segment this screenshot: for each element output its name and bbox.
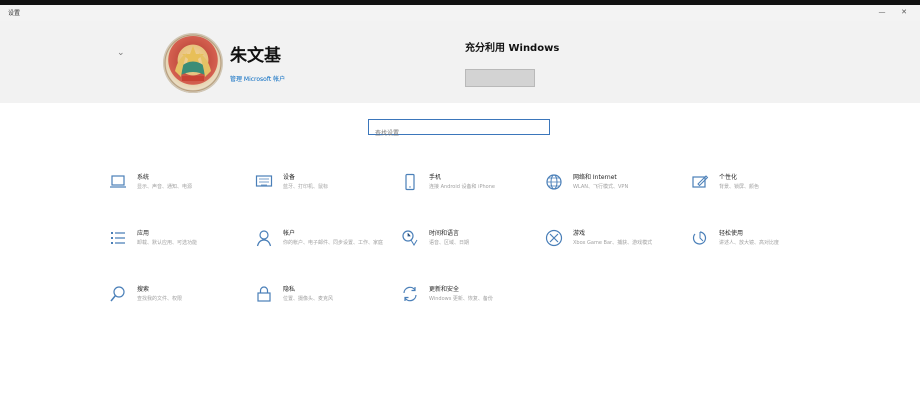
account-name: 朱文基	[230, 46, 281, 66]
tile-title: 帐户	[283, 230, 296, 237]
tile-ease-of-access[interactable]: 轻松使用 讲述人、放大镜、高对比度	[691, 229, 831, 263]
tile-accounts[interactable]: 帐户 你的帐户、电子邮件、同步设置、工作、家庭	[255, 229, 395, 263]
tile-title: 设备	[283, 174, 296, 181]
tile-system[interactable]: 系统 显示、声音、通知、电源	[109, 173, 249, 207]
tile-title: 更新和安全	[429, 286, 460, 293]
tile-description: 语音、区域、日期	[429, 240, 470, 246]
laptop-icon	[110, 175, 126, 188]
tile-description: 背景、锁屏、颜色	[719, 184, 760, 190]
close-button[interactable]: ✕	[898, 7, 910, 17]
search-icon	[110, 286, 125, 302]
tile-description: 查找我的文件、权限	[137, 296, 183, 302]
tile-description: WLAN、飞行模式、VPN	[573, 184, 629, 190]
apps-list-icon	[111, 232, 125, 244]
tile-description: 蓝牙、打印机、鼠标	[283, 184, 329, 190]
minimize-button[interactable]: —	[876, 7, 888, 17]
account-hero-banner	[0, 21, 920, 103]
tile-description: Xbox Game Bar、捕获、游戏模式	[573, 240, 653, 246]
tile-description: 连接 Android 设备和 iPhone	[429, 184, 495, 190]
tile-apps[interactable]: 应用 卸载、默认应用、可选功能	[109, 229, 249, 263]
manage-account-link[interactable]: 管理 Microsoft 帐户	[230, 74, 285, 83]
tile-description: 你的帐户、电子邮件、同步设置、工作、家庭	[283, 240, 384, 246]
tile-title: 隐私	[283, 286, 296, 293]
tile-description: Windows 更新、恢复、备份	[429, 296, 493, 302]
update-icon	[403, 286, 417, 302]
time-language-icon	[402, 230, 418, 246]
tile-description: 卸载、默认应用、可选功能	[137, 240, 198, 246]
tile-personalization[interactable]: 个性化 背景、锁屏、颜色	[691, 173, 831, 207]
tile-devices[interactable]: 设备 蓝牙、打印机、鼠标	[255, 173, 395, 207]
mouse-cursor-icon: ⌄	[117, 48, 125, 58]
accessibility-icon	[692, 231, 707, 245]
search-input[interactable]	[369, 126, 549, 141]
tile-gaming[interactable]: 游戏 Xbox Game Bar、捕获、游戏模式	[545, 229, 685, 263]
tile-title: 应用	[137, 230, 150, 237]
tile-search[interactable]: 搜索 查找我的文件、权限	[109, 285, 249, 319]
tile-title: 轻松使用	[719, 230, 744, 237]
promo-button[interactable]	[465, 69, 535, 87]
tile-update-security[interactable]: 更新和安全 Windows 更新、恢复、备份	[401, 285, 541, 319]
tile-network[interactable]: 网络和 Internet WLAN、飞行模式、VPN	[545, 173, 685, 207]
tile-time-language[interactable]: 时间和语言 语音、区域、日期	[401, 229, 541, 263]
person-icon	[256, 230, 272, 247]
tile-description: 讲述人、放大镜、高对比度	[719, 240, 780, 246]
globe-icon	[546, 174, 562, 190]
tile-title: 游戏	[573, 230, 586, 237]
tile-title: 系统	[137, 174, 150, 181]
tile-privacy[interactable]: 隐私 位置、摄像头、麦克风	[255, 285, 395, 319]
tile-title: 个性化	[719, 174, 738, 181]
keyboard-icon	[255, 175, 273, 187]
phone-icon	[405, 173, 415, 191]
tile-description: 位置、摄像头、麦克风	[283, 296, 334, 302]
tile-title: 网络和 Internet	[573, 174, 617, 181]
tile-title: 手机	[429, 174, 442, 181]
tile-description: 显示、声音、通知、电源	[137, 184, 193, 190]
title-bar: 设置 — ✕	[0, 5, 920, 21]
emblem-avatar-icon	[164, 34, 222, 92]
lock-icon	[257, 286, 271, 302]
search-box[interactable]	[368, 119, 550, 141]
window-title: 设置	[8, 10, 21, 17]
xbox-icon	[545, 229, 563, 247]
tile-phone[interactable]: 手机 连接 Android 设备和 iPhone	[401, 173, 541, 207]
pen-tablet-icon	[692, 175, 709, 188]
tile-title: 搜索	[137, 286, 150, 293]
tile-title: 时间和语言	[429, 230, 460, 237]
avatar[interactable]	[163, 33, 223, 93]
promo-title: 充分利用 Windows	[465, 43, 560, 54]
